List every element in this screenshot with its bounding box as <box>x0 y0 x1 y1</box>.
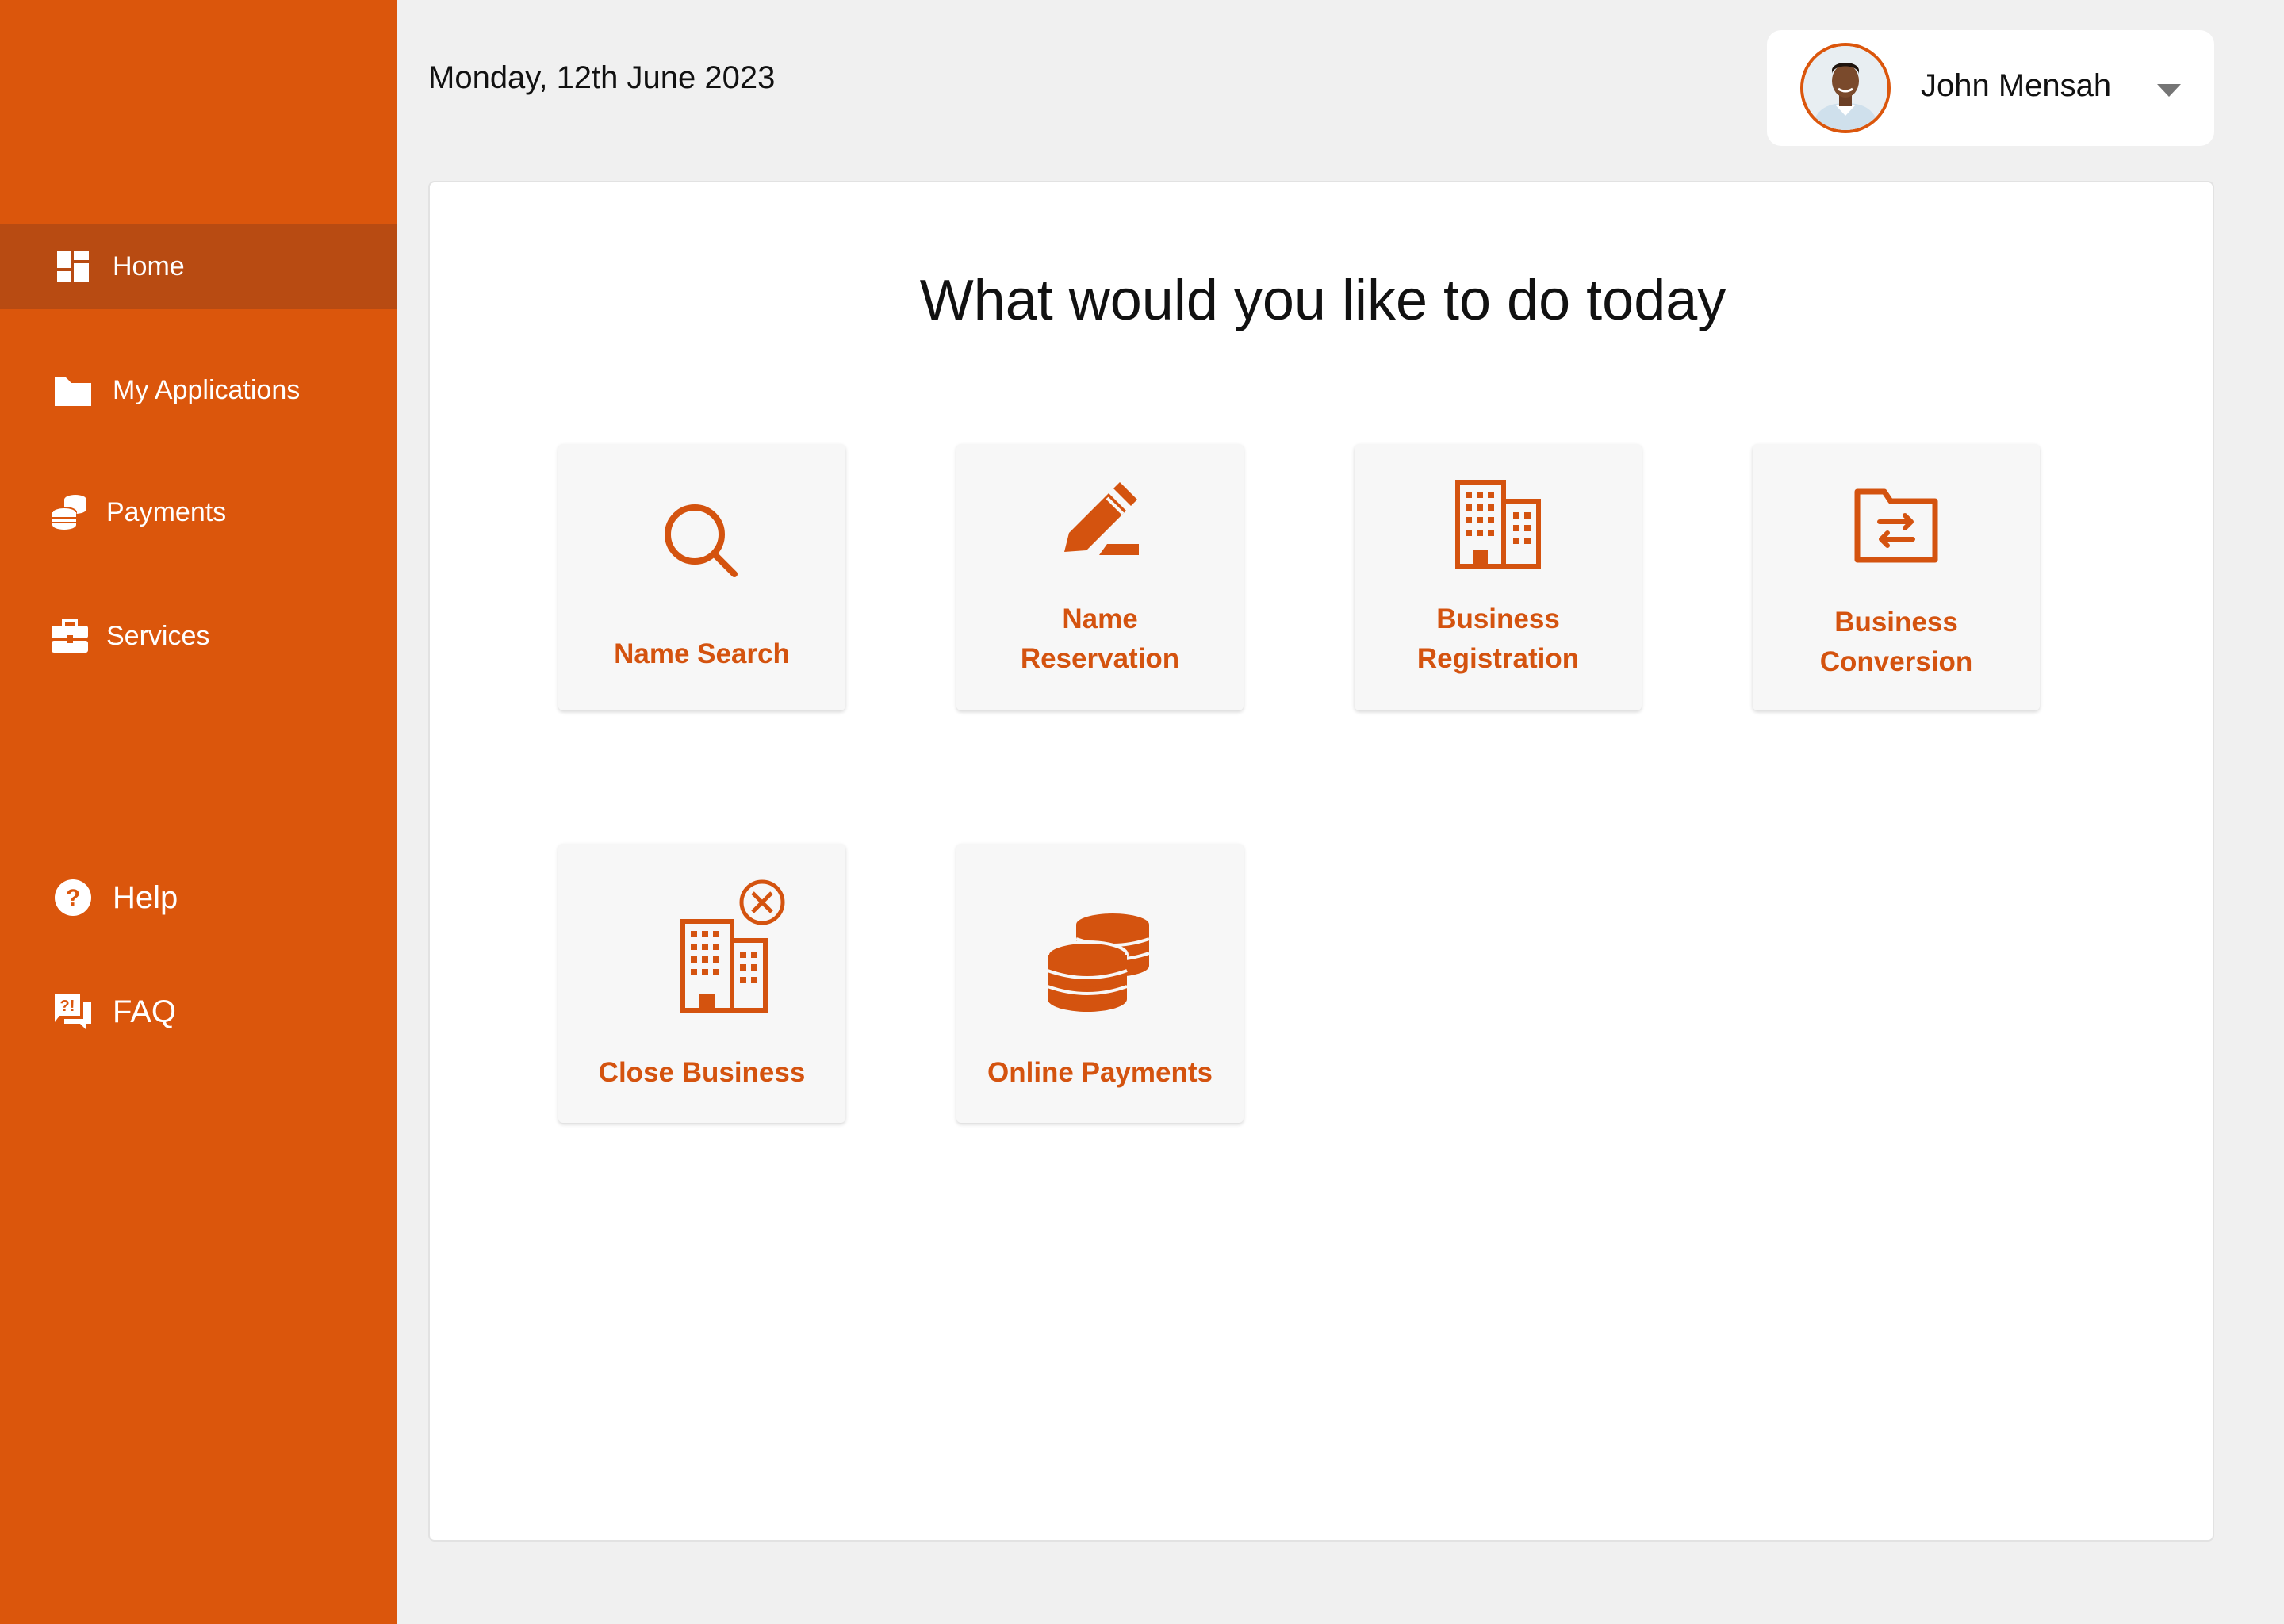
tile-label: Online Payments <box>987 1057 1213 1088</box>
sidebar-item-payments[interactable]: Payments <box>0 469 397 555</box>
tile-business-conversion[interactable]: Business Conversion <box>1753 444 2040 710</box>
sidebar-item-label: Help <box>113 879 178 915</box>
tile-label-line-1: Business <box>1834 607 1958 638</box>
sidebar-item-help[interactable]: ? Help <box>0 855 397 940</box>
tile-label: Name Search <box>614 638 790 669</box>
search-icon <box>558 498 845 585</box>
pen-icon <box>956 481 1244 568</box>
user-avatar[interactable] <box>1800 43 1891 133</box>
tile-online-payments[interactable]: Online Payments <box>956 844 1244 1123</box>
page-title: What would you like to do today <box>919 269 1726 332</box>
app-root: Home My Applications Payments Services ?… <box>0 0 2284 1624</box>
main-panel: What would you like to do today Name Sea… <box>428 181 2214 1542</box>
tile-label-line-1: Business <box>1436 603 1560 634</box>
sidebar-item-label: Services <box>106 620 210 651</box>
sidebar-item-label: FAQ <box>113 994 177 1029</box>
tile-label-line-2: Registration <box>1416 643 1580 674</box>
tile-name-reservation[interactable]: Name Reservation <box>956 444 1244 710</box>
sidebar-item-label: Payments <box>106 496 227 527</box>
user-name: John Mensah <box>1921 68 2112 103</box>
tile-label-line-2: Conversion <box>1819 646 1973 677</box>
coins-icon <box>49 492 90 533</box>
sidebar-item-home[interactable]: Home <box>0 224 397 309</box>
sidebar: Home My Applications Payments Services ?… <box>0 0 397 1624</box>
sidebar-item-my-applications[interactable]: My Applications <box>0 347 397 433</box>
sidebar-item-label: My Applications <box>113 374 301 405</box>
svg-text:?!: ?! <box>60 998 75 1015</box>
sidebar-item-label: Home <box>113 251 185 282</box>
dashboard-icon <box>52 246 94 287</box>
sidebar-item-services[interactable]: Services <box>0 593 397 679</box>
tile-label: Close Business <box>598 1057 806 1088</box>
tile-business-registration[interactable]: Business Registration <box>1355 444 1642 710</box>
briefcase-icon <box>49 615 90 657</box>
faq-icon: ?! <box>52 991 94 1032</box>
svg-text:?: ? <box>66 885 80 911</box>
sidebar-item-faq[interactable]: ?! FAQ <box>0 969 397 1055</box>
folder-icon <box>52 370 94 411</box>
tile-name-search[interactable]: Name Search <box>558 444 845 710</box>
folder-exchange-icon <box>1753 485 2040 565</box>
chevron-down-icon[interactable] <box>2148 75 2190 106</box>
help-icon: ? <box>52 877 94 918</box>
building-icon <box>1355 479 1642 569</box>
tile-label-line-1: Name <box>1062 603 1138 634</box>
tile-close-business[interactable]: Close Business <box>558 844 845 1123</box>
user-menu[interactable]: John Mensah <box>1767 30 2214 146</box>
tile-label-line-2: Reservation <box>1020 643 1180 674</box>
current-date: Monday, 12th June 2023 <box>428 60 776 95</box>
building-close-icon <box>574 875 861 1018</box>
coins-stack-icon <box>956 912 1244 1015</box>
